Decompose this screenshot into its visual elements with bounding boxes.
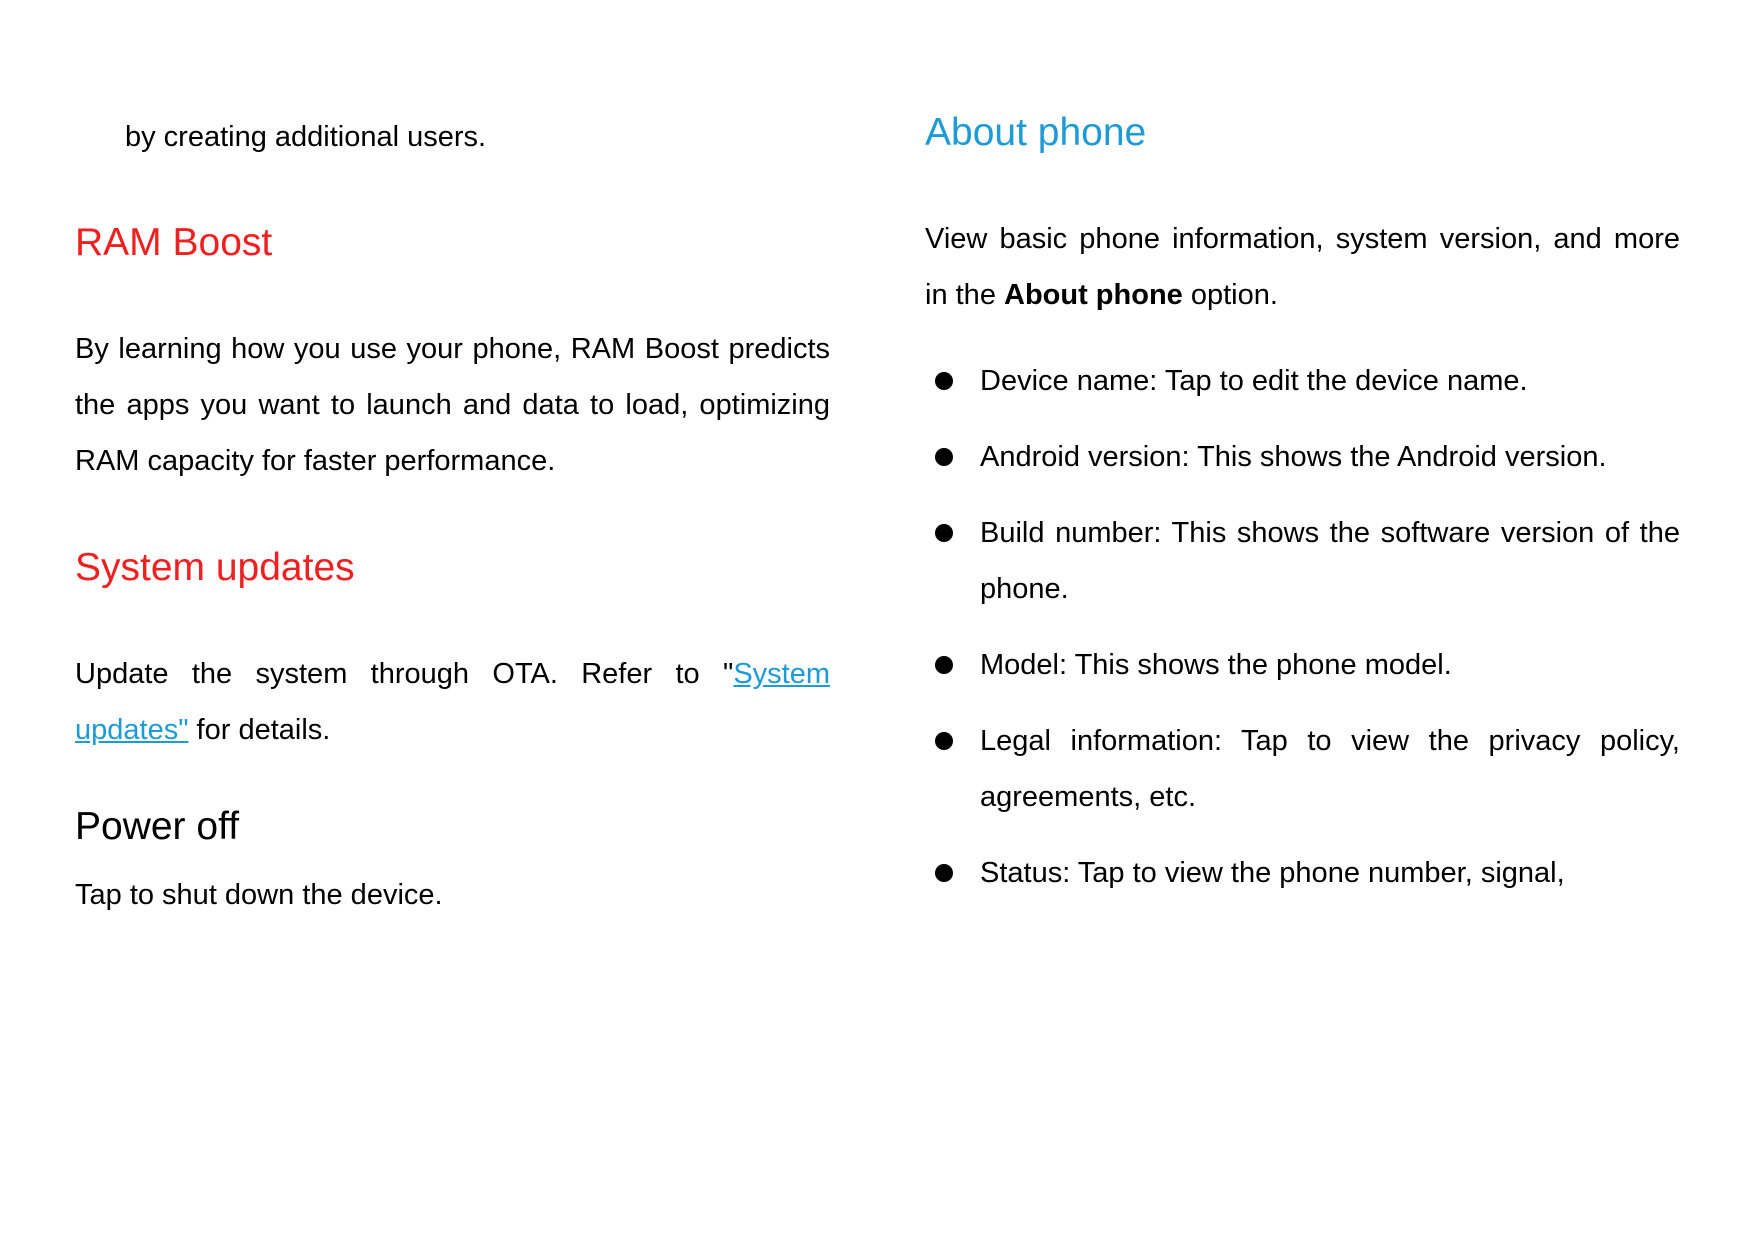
- about-phone-intro-post: option.: [1183, 279, 1278, 311]
- system-updates-body: Update the system through OTA. Refer to …: [75, 647, 830, 759]
- ram-boost-body: By learning how you use your phone, RAM …: [75, 322, 830, 490]
- list-item: Legal information: Tap to view the priva…: [925, 714, 1680, 826]
- list-item: Build number: This shows the software ve…: [925, 506, 1680, 618]
- system-updates-body-pre: Update the system through OTA. Refer to …: [75, 658, 733, 690]
- list-item: Status: Tap to view the phone number, si…: [925, 846, 1680, 902]
- fragment-text: by creating additional users.: [75, 110, 830, 165]
- left-column: by creating additional users. RAM Boost …: [75, 110, 830, 979]
- about-phone-list: Device name: Tap to edit the device name…: [925, 354, 1680, 902]
- right-column: About phone View basic phone information…: [925, 110, 1680, 979]
- system-updates-heading: System updates: [75, 545, 830, 592]
- list-item: Device name: Tap to edit the device name…: [925, 354, 1680, 410]
- system-updates-body-post: for details.: [189, 714, 331, 746]
- list-item: Android version: This shows the Android …: [925, 430, 1680, 486]
- about-phone-intro: View basic phone information, system ver…: [925, 212, 1680, 324]
- about-phone-intro-bold: About phone: [1004, 279, 1183, 311]
- ram-boost-heading: RAM Boost: [75, 220, 830, 267]
- power-off-body: Tap to shut down the device.: [75, 868, 830, 924]
- list-item: Model: This shows the phone model.: [925, 638, 1680, 694]
- power-off-heading: Power off: [75, 804, 830, 851]
- about-phone-heading: About phone: [925, 110, 1680, 157]
